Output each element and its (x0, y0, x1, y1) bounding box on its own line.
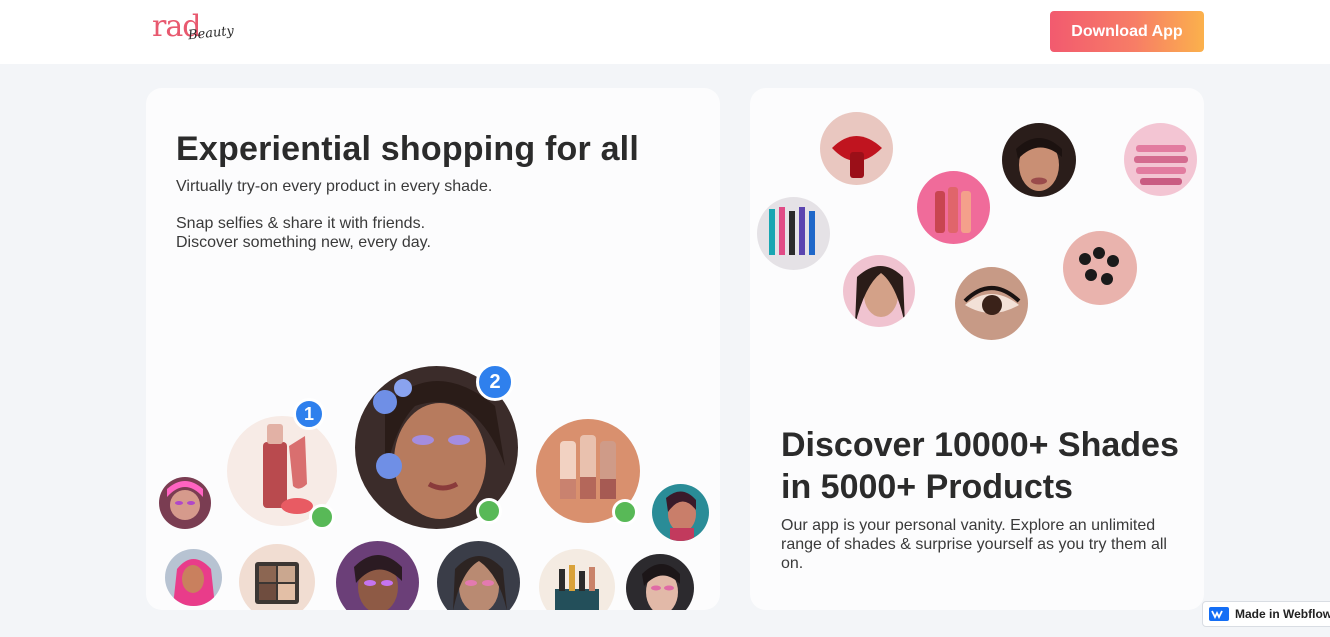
step-badge-2: 2 (476, 363, 514, 401)
status-dot (612, 499, 638, 525)
makeup-kit-image (539, 549, 615, 610)
card-description: Our app is your personal vanity. Explore… (781, 517, 1167, 572)
experiential-shopping-card: Experiential shopping for all Virtually … (146, 88, 720, 610)
rad-beauty-logo[interactable]: rad Beauty (152, 10, 242, 54)
model-portrait-image (1002, 123, 1076, 197)
mascara-products-image (757, 197, 830, 270)
webflow-badge-label: Made in Webflow (1235, 607, 1330, 621)
model-portrait-image (626, 554, 694, 610)
eye-closeup-image (955, 267, 1028, 340)
step-badge-1: 1 (293, 398, 325, 430)
lipstick-product-image (917, 171, 990, 244)
model-portrait-image (652, 484, 709, 541)
webflow-logo-icon (1209, 607, 1229, 621)
description-line-2: Discover something new, every day. (176, 234, 431, 251)
model-portrait-image (437, 541, 520, 610)
brush-set-image (1063, 231, 1137, 305)
download-app-button[interactable]: Download App (1050, 11, 1204, 52)
model-portrait-image (159, 477, 211, 529)
description-line-1: Snap selfies & share it with friends. (176, 215, 426, 232)
model-portrait-image (843, 255, 915, 327)
discover-shades-card: Discover 10000+ Shades in 5000+ Products… (750, 88, 1204, 610)
card-subtitle: Virtually try-on every product in every … (176, 178, 493, 195)
red-lips-image (820, 112, 893, 185)
made-in-webflow-badge[interactable]: Made in Webflow (1202, 601, 1330, 627)
card-description: Snap selfies & share it with friends. Di… (176, 214, 431, 252)
lip-kit-product-image (1124, 123, 1197, 196)
model-portrait-image (336, 541, 419, 610)
logo-subtext: Beauty (187, 23, 235, 44)
pink-hair-model-image (165, 549, 222, 606)
top-navigation-bar: rad Beauty Download App (0, 0, 1330, 64)
card-heading: Experiential shopping for all (176, 130, 639, 168)
status-dot (309, 504, 335, 530)
card-heading: Discover 10000+ Shades in 5000+ Products (781, 426, 1179, 506)
status-dot (476, 498, 502, 524)
eyeshadow-palette-image (239, 544, 315, 610)
